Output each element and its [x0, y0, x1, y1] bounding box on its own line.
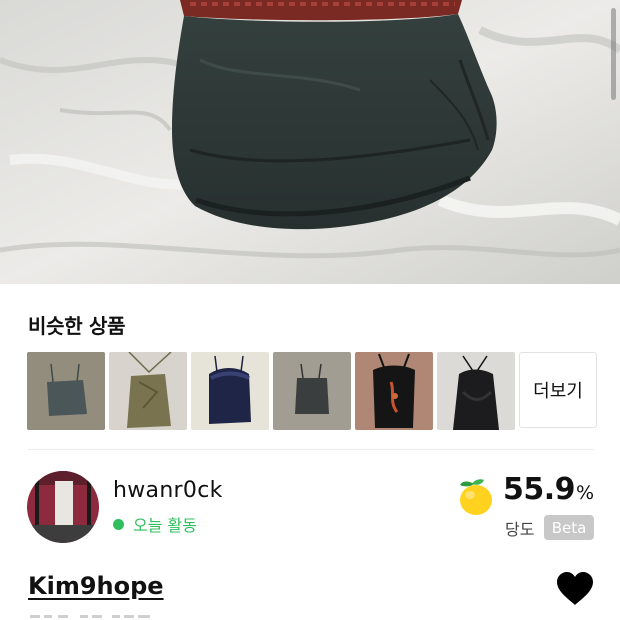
similar-item-5[interactable] — [355, 352, 433, 430]
camisole-grey-thumbnail — [27, 352, 105, 430]
sweetness-label: 당도 — [505, 520, 535, 539]
halter-black-thumbnail — [437, 352, 515, 430]
sweetness-rating-unit: % — [576, 482, 595, 504]
camisole-charcoal-thumbnail — [273, 352, 351, 430]
seller-avatar[interactable] — [27, 471, 99, 543]
section-divider — [28, 449, 594, 450]
similar-items-row: 더보기 — [27, 352, 597, 430]
seller-name[interactable]: hwanr0ck — [113, 478, 223, 503]
listing-username-link[interactable]: Kim9hope — [28, 572, 164, 600]
product-photo[interactable] — [0, 0, 620, 284]
more-similar-button[interactable]: 더보기 — [519, 352, 597, 428]
seller-activity-status: 오늘 활동 — [113, 512, 197, 536]
similar-item-6[interactable] — [437, 352, 515, 430]
lace-navy-thumbnail — [191, 352, 269, 430]
activity-label: 오늘 활동 — [133, 516, 197, 535]
similar-item-1[interactable] — [27, 352, 105, 430]
heart-icon[interactable] — [556, 571, 594, 607]
beta-badge: Beta — [544, 515, 594, 540]
lemon-icon — [460, 479, 492, 515]
similar-item-3[interactable] — [191, 352, 269, 430]
similar-item-2[interactable] — [109, 352, 187, 430]
halter-olive-thumbnail — [109, 352, 187, 430]
scroll-indicator — [611, 8, 616, 100]
online-dot-icon — [113, 518, 124, 530]
similar-items-title: 비슷한 상품 — [28, 314, 126, 338]
sweetness-rating-value: 55.9 — [503, 472, 576, 507]
beaded-black-thumbnail — [355, 352, 433, 430]
similar-item-4[interactable] — [273, 352, 351, 430]
description-peek — [30, 615, 150, 618]
